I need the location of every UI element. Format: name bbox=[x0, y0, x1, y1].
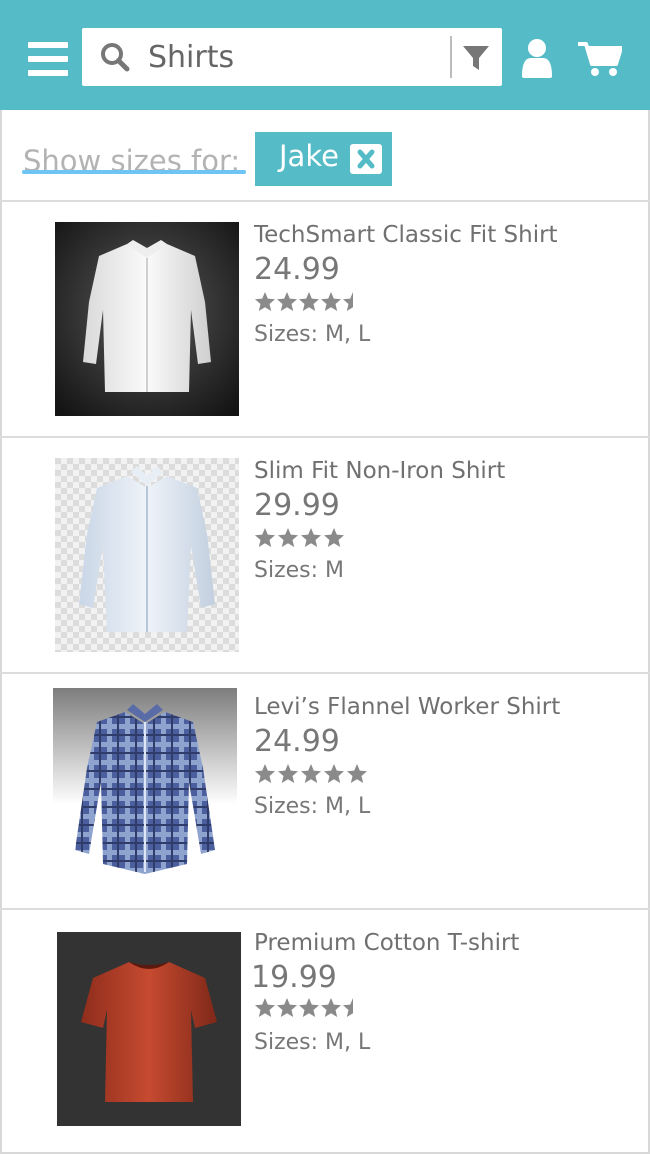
product-sizes: Sizes: M, L bbox=[254, 1030, 371, 1055]
sizes-filter-underline bbox=[22, 170, 246, 174]
product-name[interactable]: Slim Fit Non-Iron Shirt bbox=[254, 458, 505, 484]
close-icon[interactable] bbox=[350, 144, 382, 174]
product-image[interactable] bbox=[57, 932, 241, 1126]
search-box bbox=[82, 28, 518, 86]
product-name[interactable]: TechSmart Classic Fit Shirt bbox=[254, 222, 558, 248]
product-sizes: Sizes: M bbox=[254, 558, 345, 583]
search-icon[interactable] bbox=[100, 42, 130, 72]
shopping-cart-icon[interactable] bbox=[578, 40, 622, 78]
product-row[interactable]: Slim Fit Non-Iron Shirt 29.99 Sizes: M bbox=[0, 438, 650, 674]
product-image[interactable] bbox=[55, 222, 239, 416]
product-name[interactable]: Levi’s Flannel Worker Shirt bbox=[254, 694, 560, 720]
hamburger-menu-icon[interactable] bbox=[28, 42, 68, 76]
product-image[interactable] bbox=[53, 688, 237, 882]
product-sizes: Sizes: M, L bbox=[254, 322, 371, 347]
user-icon[interactable] bbox=[521, 38, 553, 78]
product-row[interactable]: Levi’s Flannel Worker Shirt 24.99 Sizes:… bbox=[0, 674, 650, 910]
search-divider bbox=[450, 36, 452, 78]
person-chip[interactable]: Jake bbox=[255, 132, 392, 186]
top-bar bbox=[0, 0, 650, 110]
rating-stars bbox=[255, 998, 353, 1017]
product-price: 19.99 bbox=[251, 960, 337, 995]
product-sizes: Sizes: M, L bbox=[254, 794, 371, 819]
rating-stars bbox=[255, 764, 367, 783]
product-name[interactable]: Premium Cotton T-shirt bbox=[254, 930, 519, 956]
product-price: 24.99 bbox=[254, 724, 340, 759]
rating-stars bbox=[255, 292, 353, 311]
product-row[interactable]: Premium Cotton T-shirt 19.99 Sizes: M, L bbox=[0, 910, 650, 1146]
product-row[interactable]: TechSmart Classic Fit Shirt 24.99 Sizes:… bbox=[0, 202, 650, 438]
product-image[interactable] bbox=[55, 458, 239, 652]
rating-stars bbox=[255, 528, 344, 547]
person-chip-name: Jake bbox=[279, 139, 339, 173]
product-price: 24.99 bbox=[254, 252, 340, 287]
filter-funnel-icon[interactable] bbox=[462, 44, 490, 72]
product-price: 29.99 bbox=[254, 488, 340, 523]
